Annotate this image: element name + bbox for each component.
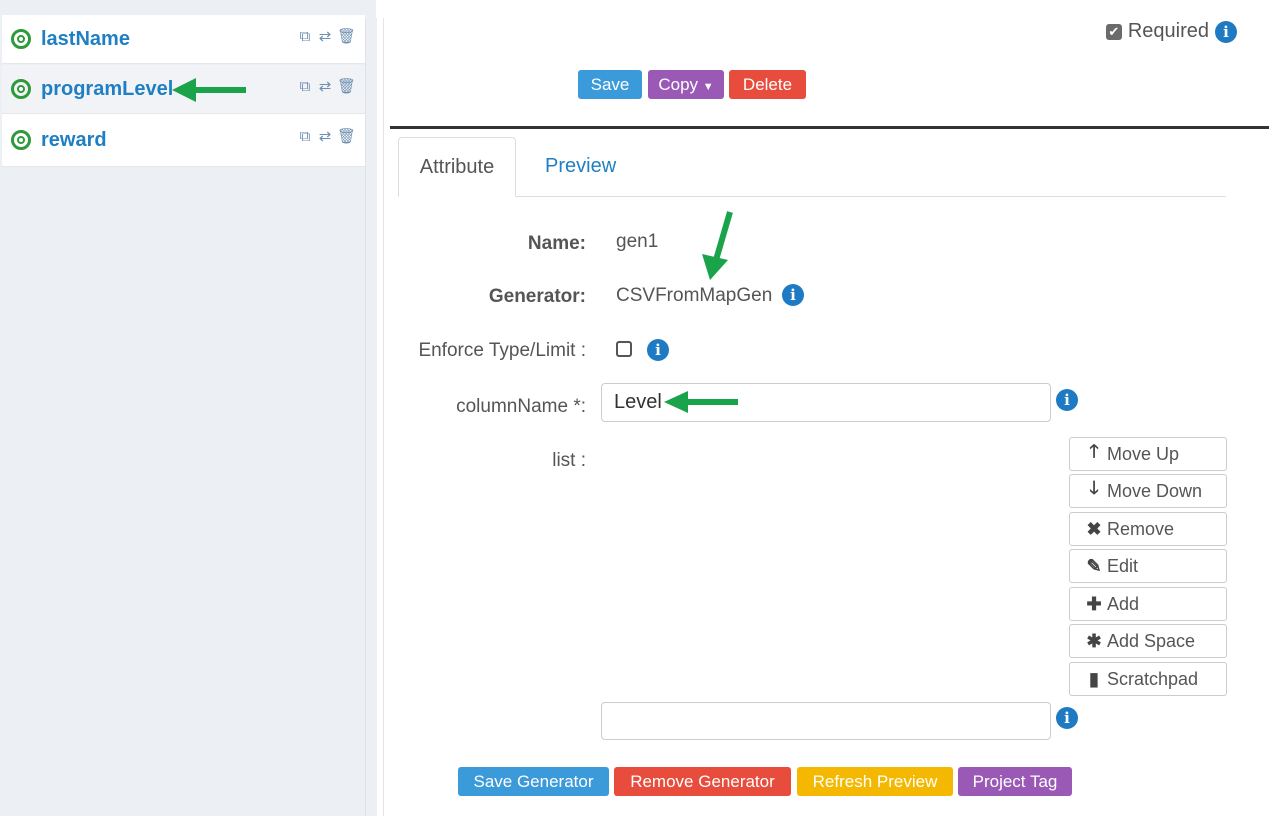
name-value: gen1 — [616, 231, 659, 252]
refresh-preview-button[interactable]: Refresh Preview — [797, 767, 953, 796]
lifebuoy-icon — [11, 130, 31, 150]
file-icon: ▮ — [1089, 668, 1099, 689]
add-space-button[interactable]: ✱ Add Space — [1069, 624, 1227, 658]
add-label: Add — [1107, 593, 1140, 614]
add-space-label: Add Space — [1107, 630, 1196, 651]
column-name-label: columnName *: — [456, 396, 586, 417]
separator — [390, 126, 1269, 129]
x-icon: ✖ — [1086, 518, 1102, 539]
move-down-button[interactable]: 🡓 Move Down — [1069, 474, 1227, 508]
save-button[interactable]: Save — [578, 70, 642, 99]
sidebar-item-label[interactable]: reward — [41, 129, 107, 152]
annotation-arrow-icon — [664, 391, 738, 413]
required-toggle[interactable]: ✔ Required i — [1105, 20, 1237, 43]
remove-button[interactable]: ✖ Remove — [1069, 512, 1227, 546]
tab-attribute[interactable]: Attribute — [398, 137, 516, 197]
copy-dropdown-button[interactable]: Copy ▼ — [648, 70, 724, 99]
arrow-up-icon: 🡑 — [1089, 441, 1099, 461]
copy-icon[interactable]: ⧉ — [297, 78, 313, 96]
swap-icon[interactable]: ⇄ — [317, 28, 333, 46]
sidebar-item-label[interactable]: lastName — [41, 28, 130, 51]
list-label: list : — [552, 450, 586, 471]
info-icon[interactable]: i — [1056, 707, 1078, 729]
remove-generator-button[interactable]: Remove Generator — [614, 767, 791, 796]
tab-preview[interactable]: Preview — [545, 155, 616, 178]
info-icon[interactable]: i — [1056, 389, 1078, 411]
trash-icon[interactable]: 🗑 — [337, 128, 356, 146]
plus-icon: ✚ — [1086, 593, 1102, 614]
delete-button[interactable]: Delete — [729, 70, 806, 99]
required-label: Required — [1127, 20, 1209, 42]
info-icon[interactable]: i — [1215, 20, 1237, 43]
asterisk-icon: ✱ — [1086, 630, 1102, 651]
generator-label: Generator: — [488, 286, 586, 307]
remove-label: Remove — [1107, 518, 1175, 539]
enforce-label: Enforce Type/Limit : — [418, 340, 586, 361]
enforce-checkbox[interactable] — [616, 341, 632, 357]
caret-down-icon: ▼ — [702, 81, 714, 93]
arrow-down-icon: 🡓 — [1089, 478, 1099, 498]
edit-label: Edit — [1107, 555, 1139, 576]
annotation-arrow-icon — [172, 78, 246, 102]
info-icon[interactable]: i — [782, 284, 804, 306]
pencil-icon: ✎ — [1086, 555, 1102, 576]
tabs-baseline — [398, 196, 1226, 197]
move-up-button[interactable]: 🡑 Move Up — [1069, 437, 1227, 471]
sidebar-item-lastname[interactable]: lastName ⧉ ⇄ 🗑 — [2, 15, 365, 64]
copy-label: Copy — [658, 75, 699, 94]
lifebuoy-icon — [11, 29, 31, 49]
name-label: Name: — [527, 233, 586, 254]
move-down-label: Move Down — [1107, 480, 1203, 501]
copy-icon[interactable]: ⧉ — [297, 28, 313, 46]
info-icon[interactable]: i — [647, 339, 669, 361]
generator-value: CSVFromMapGen — [616, 285, 773, 306]
annotation-arrow-icon — [702, 211, 733, 280]
sidebar-item-reward[interactable]: reward ⧉ ⇄ 🗑 — [2, 114, 365, 167]
swap-icon[interactable]: ⇄ — [317, 78, 333, 96]
edit-button[interactable]: ✎ Edit — [1069, 549, 1227, 583]
scratchpad-label: Scratchpad — [1107, 668, 1199, 689]
project-tag-button[interactable]: Project Tag — [958, 767, 1072, 796]
copy-icon[interactable]: ⧉ — [297, 128, 313, 146]
swap-icon[interactable]: ⇄ — [317, 128, 333, 146]
trash-icon[interactable]: 🗑 — [337, 78, 356, 96]
trash-icon[interactable]: 🗑 — [337, 28, 356, 46]
save-generator-button[interactable]: Save Generator — [458, 767, 609, 796]
add-button[interactable]: ✚ Add — [1069, 587, 1227, 621]
checkbox-checked-icon[interactable]: ✔ — [1105, 23, 1122, 40]
lifebuoy-icon — [11, 79, 31, 99]
move-up-label: Move Up — [1107, 443, 1180, 464]
scratchpad-button[interactable]: ▮ Scratchpad — [1069, 662, 1227, 696]
sidebar-item-label[interactable]: programLevel — [41, 78, 173, 101]
list-input[interactable] — [601, 702, 1051, 740]
